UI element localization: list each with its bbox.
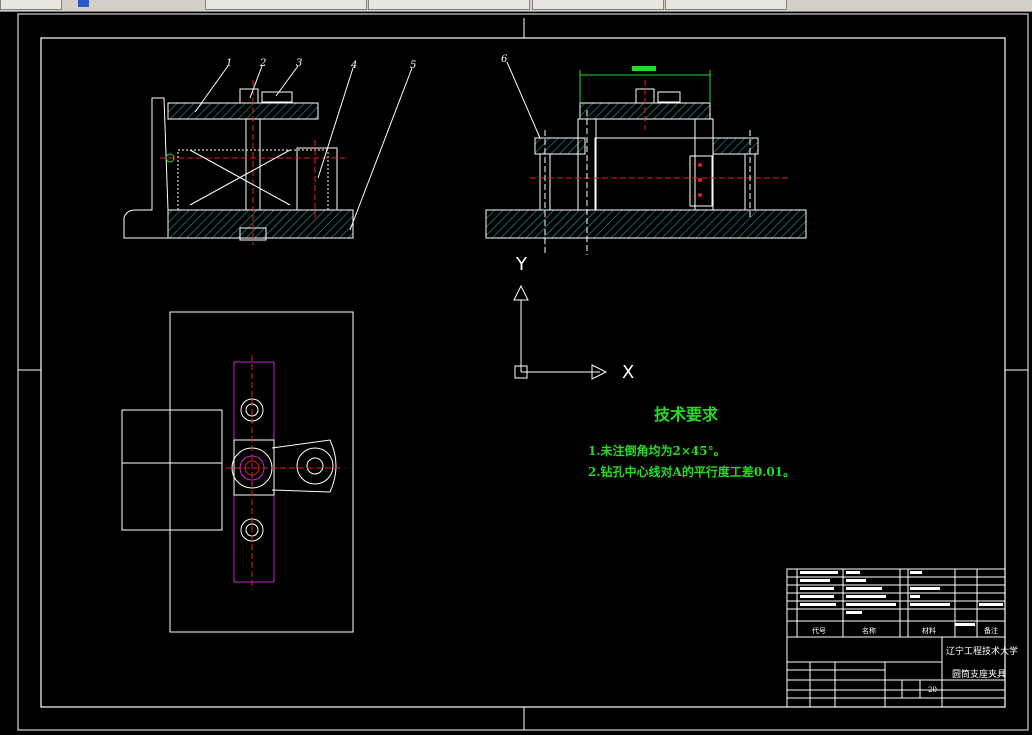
scale-value: 20 xyxy=(928,686,937,694)
toolbar-tab[interactable] xyxy=(0,0,62,10)
toolbar-tab[interactable] xyxy=(205,0,367,10)
top-view-base xyxy=(169,311,354,633)
part-label-5: 5 xyxy=(410,60,416,71)
header-code: 代号 xyxy=(812,626,826,635)
magenta-clamp xyxy=(233,361,275,583)
header-name: 名称 xyxy=(862,626,876,635)
toolbar-tab[interactable] xyxy=(368,0,530,10)
front-view xyxy=(123,80,354,245)
part-label-1: 1 xyxy=(226,58,232,69)
part-numbers: 1 2 3 4 5 6 xyxy=(226,54,508,71)
parts-list-fill xyxy=(800,571,1003,626)
header-material: 材料 xyxy=(922,626,936,635)
leader-lines xyxy=(194,61,541,231)
header-remark: 备注 xyxy=(984,626,998,635)
app-icon xyxy=(78,0,89,7)
drawing-name: 圆筒支座夹具 xyxy=(952,668,1006,680)
side-base xyxy=(485,209,807,239)
toolbar-tab[interactable] xyxy=(665,0,787,10)
part-label-4: 4 xyxy=(350,60,357,71)
base-plate xyxy=(167,209,354,239)
part-label-3: 3 xyxy=(296,58,302,69)
top-view xyxy=(121,311,354,633)
ucs-x-label: X xyxy=(622,362,634,383)
part-label-2: 2 xyxy=(259,58,266,69)
part-label-6: 6 xyxy=(501,54,508,65)
tech-req-title: 技术要求 xyxy=(654,405,719,424)
side-view xyxy=(485,66,807,255)
university-name: 辽宁工程技术大学 xyxy=(946,645,1018,657)
ucs-y-label: Y xyxy=(515,254,528,275)
window-tabbar xyxy=(0,0,1032,12)
tech-req-item-2: 2.钻孔中心线对A的平行度工差0.01。 xyxy=(588,464,795,479)
ucs-icon xyxy=(513,284,608,380)
top-plate xyxy=(167,102,319,120)
toolbar-tab[interactable] xyxy=(532,0,664,10)
drawing-canvas[interactable]: 1 2 3 4 5 6 Y X 技术要求 1.未注倒角均为2×45°。 2.钻孔… xyxy=(0,12,1032,735)
tech-req-item-1: 1.未注倒角均为2×45°。 xyxy=(588,443,726,458)
